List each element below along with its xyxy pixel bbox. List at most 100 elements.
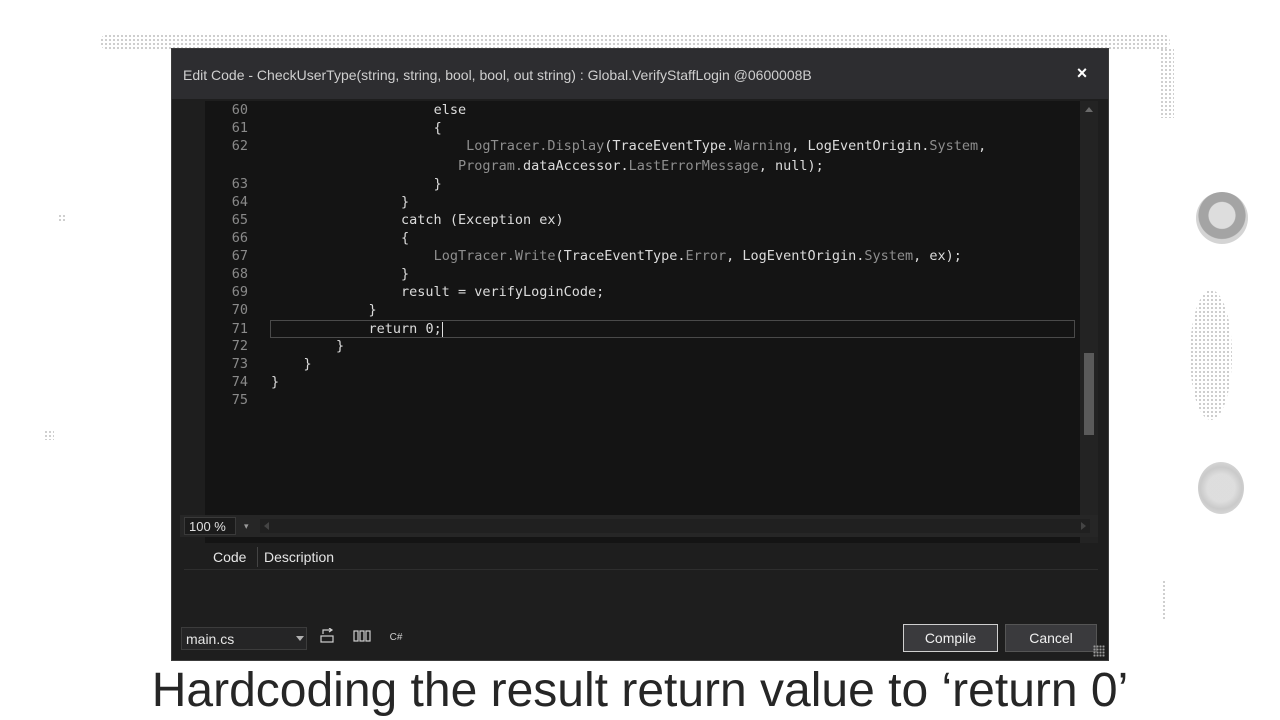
code-line[interactable]: 73 } [205,355,1075,373]
code-line[interactable]: Program.dataAccessor.LastErrorMessage, n… [205,157,1075,175]
code-token: LogTracer. [433,248,515,264]
file-select[interactable]: main.cs [181,627,307,650]
code-token: catch (Exception ex) [401,212,564,228]
code-text: LogTracer.Display(TraceEventType.Warning… [271,137,986,155]
compile-button[interactable]: Compile [903,624,998,652]
code-text: } [271,265,409,283]
assembly-icon[interactable] [352,628,372,648]
code-text: } [271,301,377,319]
code-line[interactable]: 68 } [205,265,1075,283]
line-number: 66 [231,230,248,246]
csharp-icon[interactable]: C# [386,628,406,648]
code-token: , [978,138,987,154]
code-text: } [271,175,442,193]
code-token: Display [547,138,605,154]
code-token: (TraceEventType. [604,138,735,154]
code-line[interactable]: 63 } [205,175,1075,193]
code-line[interactable]: 65 catch (Exception ex) [205,211,1075,229]
close-icon: × [1076,63,1088,83]
code-token: System [864,248,914,264]
close-button[interactable]: × [1072,63,1092,83]
code-text: } [271,373,279,391]
code-token: { [433,120,442,136]
zoom-select[interactable]: 100 % [184,517,236,535]
code-line[interactable]: 71 return 0; [205,320,1075,338]
chevron-down-icon[interactable]: ▾ [244,521,249,532]
horizontal-scrollbar[interactable] [260,519,1090,533]
text-caret [441,321,443,337]
scrollbar-thumb[interactable] [1084,353,1094,435]
code-token: return 0; [368,321,442,337]
code-token: LastErrorMessage [628,158,759,174]
code-text: { [271,229,409,247]
code-editor[interactable]: 60 else 61 {62 LogTracer.Display(TraceEve… [205,101,1098,563]
code-token: (TraceEventType. [555,248,686,264]
code-token: , ex); [913,248,962,264]
code-line[interactable]: 74} [205,373,1075,391]
decorative-circle [1196,192,1248,244]
code-line[interactable]: 60 else [205,101,1075,119]
code-line[interactable]: 67 LogTracer.Write(TraceEventType.Error,… [205,247,1075,265]
code-text: { [271,119,442,137]
line-number: 67 [231,248,248,264]
code-line[interactable]: 62 LogTracer.Display(TraceEventType.Warn… [205,137,1075,155]
column-header-description[interactable]: Description [264,549,334,565]
code-token: Program. [457,158,523,174]
code-token: Error [685,248,727,264]
slide-caption: Hardcoding the result return value to ‘r… [151,664,1129,717]
line-number: 74 [231,374,248,390]
vertical-scrollbar[interactable] [1080,101,1098,565]
code-line[interactable]: 61 { [205,119,1075,137]
code-line[interactable]: 64 } [205,193,1075,211]
code-token: result = verifyLoginCode; [401,284,605,300]
code-text: } [271,337,344,355]
code-line[interactable]: 69 result = verifyLoginCode; [205,283,1075,301]
code-token: } [401,266,410,282]
column-header-code[interactable]: Code [213,549,246,565]
decorative-dot-2 [44,430,54,440]
code-token: , LogEventOrigin. [726,248,865,264]
code-token: } [433,176,442,192]
code-token: else [433,102,467,118]
line-number: 65 [231,212,248,228]
code-text: LogTracer.Write(TraceEventType.Error, Lo… [271,247,962,265]
line-number: 63 [231,176,248,192]
decorative-circle-2 [1198,462,1244,514]
line-number: 68 [231,266,248,282]
code-token: } [401,194,410,210]
code-text: return 0; [271,320,443,338]
code-text: Program.dataAccessor.LastErrorMessage, n… [271,157,824,175]
file-select-value: main.cs [186,631,235,647]
code-token: System [929,138,979,154]
line-number: 70 [231,302,248,318]
code-text: result = verifyLoginCode; [271,283,604,301]
decorative-line [1162,580,1166,620]
dialog-titlebar[interactable]: Edit Code - CheckUserType(string, string… [172,49,1108,99]
code-token: dataAccessor. [522,158,629,174]
error-list-header: Code Description [184,543,1098,570]
code-token: { [401,230,410,246]
scroll-left-icon[interactable] [264,522,269,530]
code-token: } [303,356,312,372]
chevron-down-icon[interactable] [296,636,304,641]
sync-icon[interactable] [318,627,338,648]
code-token: Write [514,248,556,264]
code-line[interactable]: 66 { [205,229,1075,247]
code-token: Warning [734,138,792,154]
code-line[interactable]: 75 [205,391,1075,409]
decorative-oval [1190,290,1232,420]
dialog-title: Edit Code - CheckUserType(string, string… [183,67,812,83]
line-number: 61 [231,120,248,136]
code-token: , null); [758,158,824,174]
scroll-right-icon[interactable] [1081,522,1086,530]
edit-code-dialog: Edit Code - CheckUserType(string, string… [171,48,1109,661]
code-token: } [368,302,377,318]
code-line[interactable]: 72 } [205,337,1075,355]
code-line[interactable]: 70 } [205,301,1075,319]
scroll-up-icon[interactable] [1085,107,1093,112]
resize-grip-icon[interactable] [1093,645,1105,657]
decorative-dot [58,214,66,222]
cancel-button[interactable]: Cancel [1005,624,1097,652]
code-token: } [336,338,345,354]
code-text: else [271,101,467,119]
